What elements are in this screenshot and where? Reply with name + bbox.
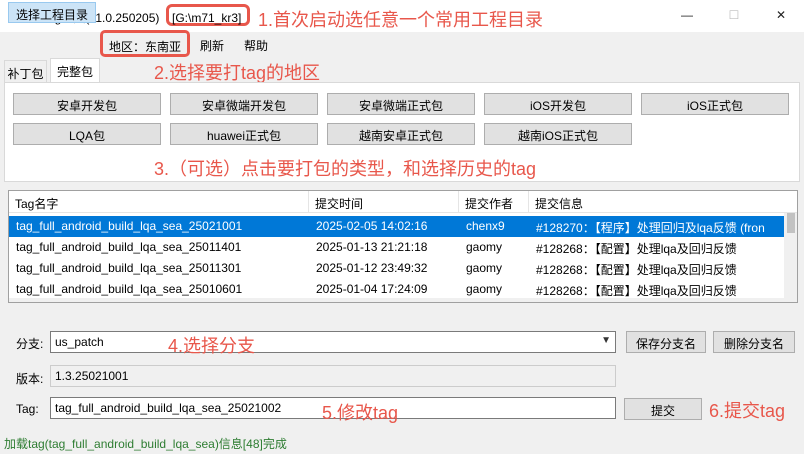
delete-branch-button[interactable]: 删除分支名 bbox=[713, 331, 795, 353]
col-header-message[interactable]: 提交信息 bbox=[529, 191, 785, 213]
table-row[interactable]: tag_full_android_build_lqa_sea_25010601 … bbox=[9, 279, 785, 300]
horizontal-scrollbar[interactable] bbox=[9, 298, 785, 302]
annotation-step1: 1.首次启动选任意一个常用工程目录 bbox=[258, 10, 544, 30]
message-cell: #128270：【程序】处理回归及lqa反馈 (fron bbox=[536, 221, 765, 235]
submit-button[interactable]: 提交 bbox=[624, 398, 702, 420]
pkg-button-lqa[interactable]: LQA包 bbox=[13, 123, 161, 145]
close-button[interactable]: ✕ bbox=[758, 0, 804, 30]
pkg-button-huawei-release[interactable]: huawei正式包 bbox=[170, 123, 318, 145]
pkg-button-vn-android-release[interactable]: 越南安卓正式包 bbox=[327, 123, 475, 145]
annotation-step6: 6.提交tag bbox=[709, 401, 786, 421]
author-cell: chenx9 bbox=[466, 219, 505, 233]
branch-value: us_patch bbox=[55, 335, 104, 349]
commit-time-cell: 2025-02-05 14:02:16 bbox=[316, 219, 428, 233]
tag-name-cell: tag_full_android_build_lqa_sea_25011401 bbox=[16, 240, 242, 254]
chevron-down-icon: ▼ bbox=[601, 335, 611, 346]
pkg-button-ios-dev[interactable]: iOS开发包 bbox=[484, 93, 632, 115]
save-branch-button[interactable]: 保存分支名 bbox=[626, 331, 706, 353]
select-project-dir-button[interactable]: 选择工程目录 bbox=[8, 2, 96, 23]
refresh-menu[interactable]: 刷新 bbox=[196, 34, 228, 55]
help-menu[interactable]: 帮助 bbox=[238, 34, 274, 55]
version-label: 版本: bbox=[16, 372, 44, 386]
table-row[interactable]: tag_full_android_build_lqa_sea_25011301 … bbox=[9, 258, 785, 279]
col-header-author[interactable]: 提交作者 bbox=[459, 191, 529, 213]
pkg-button-android-micro-release[interactable]: 安卓微端正式包 bbox=[327, 93, 475, 115]
author-cell: gaomy bbox=[466, 282, 503, 296]
branch-combobox[interactable]: us_patch ▼ bbox=[50, 331, 616, 353]
tab-patch[interactable]: 补丁包 bbox=[4, 60, 47, 82]
project-path-label: [G:\m71_kr3] bbox=[166, 4, 251, 26]
tab-full[interactable]: 完整包 bbox=[50, 58, 100, 82]
maximize-button[interactable]: ☐ bbox=[711, 0, 757, 30]
minimize-button[interactable]: — bbox=[664, 0, 710, 30]
annotation-step3: 3.（可选）点击要打包的类型，和选择历史的tag bbox=[154, 159, 537, 179]
commit-time-cell: 2025-01-12 23:49:32 bbox=[316, 261, 428, 275]
tag-name-cell: tag_full_android_build_lqa_sea_25011301 bbox=[16, 261, 242, 275]
pkg-button-vn-ios-release[interactable]: 越南iOS正式包 bbox=[484, 123, 632, 145]
table-header: Tag名字 提交时间 提交作者 提交信息 bbox=[9, 191, 797, 213]
scrollbar-thumb[interactable] bbox=[787, 213, 795, 233]
version-field: 1.3.25021001 bbox=[50, 365, 616, 387]
pkg-button-android-dev[interactable]: 安卓开发包 bbox=[13, 93, 161, 115]
message-cell: #128268：【配置】处理lqa及回归反馈 bbox=[536, 263, 737, 277]
message-cell: #128268：【配置】处理lqa及回归反馈 bbox=[536, 242, 737, 256]
tag-history-table: Tag名字 提交时间 提交作者 提交信息 tag_full_android_bu… bbox=[8, 190, 798, 303]
author-cell: gaomy bbox=[466, 240, 503, 254]
col-header-tag[interactable]: Tag名字 bbox=[9, 191, 309, 213]
message-cell: #128268：【配置】处理lqa及回归反馈 bbox=[536, 284, 737, 298]
table-row[interactable]: tag_full_android_build_lqa_sea_25011401 … bbox=[9, 237, 785, 258]
tag-label: Tag: bbox=[16, 402, 39, 416]
annotation-step4: 4.选择分支 bbox=[168, 336, 256, 356]
col-header-time[interactable]: 提交时间 bbox=[309, 191, 459, 213]
tag-name-cell: tag_full_android_build_lqa_sea_25010601 bbox=[16, 282, 243, 296]
tag-name-cell: tag_full_android_build_lqa_sea_25021001 bbox=[16, 219, 243, 233]
author-cell: gaomy bbox=[466, 261, 503, 275]
status-bar: 加载tag(tag_full_android_build_lqa_sea)信息[… bbox=[0, 431, 804, 454]
annotation-step5: 5.修改tag bbox=[322, 403, 399, 423]
commit-time-cell: 2025-01-13 21:21:18 bbox=[316, 240, 428, 254]
pkg-button-ios-release[interactable]: iOS正式包 bbox=[641, 93, 789, 115]
vertical-scrollbar[interactable] bbox=[784, 213, 797, 302]
commit-time-cell: 2025-01-04 17:24:09 bbox=[316, 282, 428, 296]
pkg-button-android-micro-dev[interactable]: 安卓微端开发包 bbox=[170, 93, 318, 115]
region-menu[interactable]: 地区：东南亚 bbox=[100, 30, 190, 57]
branch-label: 分支: bbox=[16, 337, 44, 351]
table-row[interactable]: tag_full_android_build_lqa_sea_25021001 … bbox=[9, 216, 785, 237]
